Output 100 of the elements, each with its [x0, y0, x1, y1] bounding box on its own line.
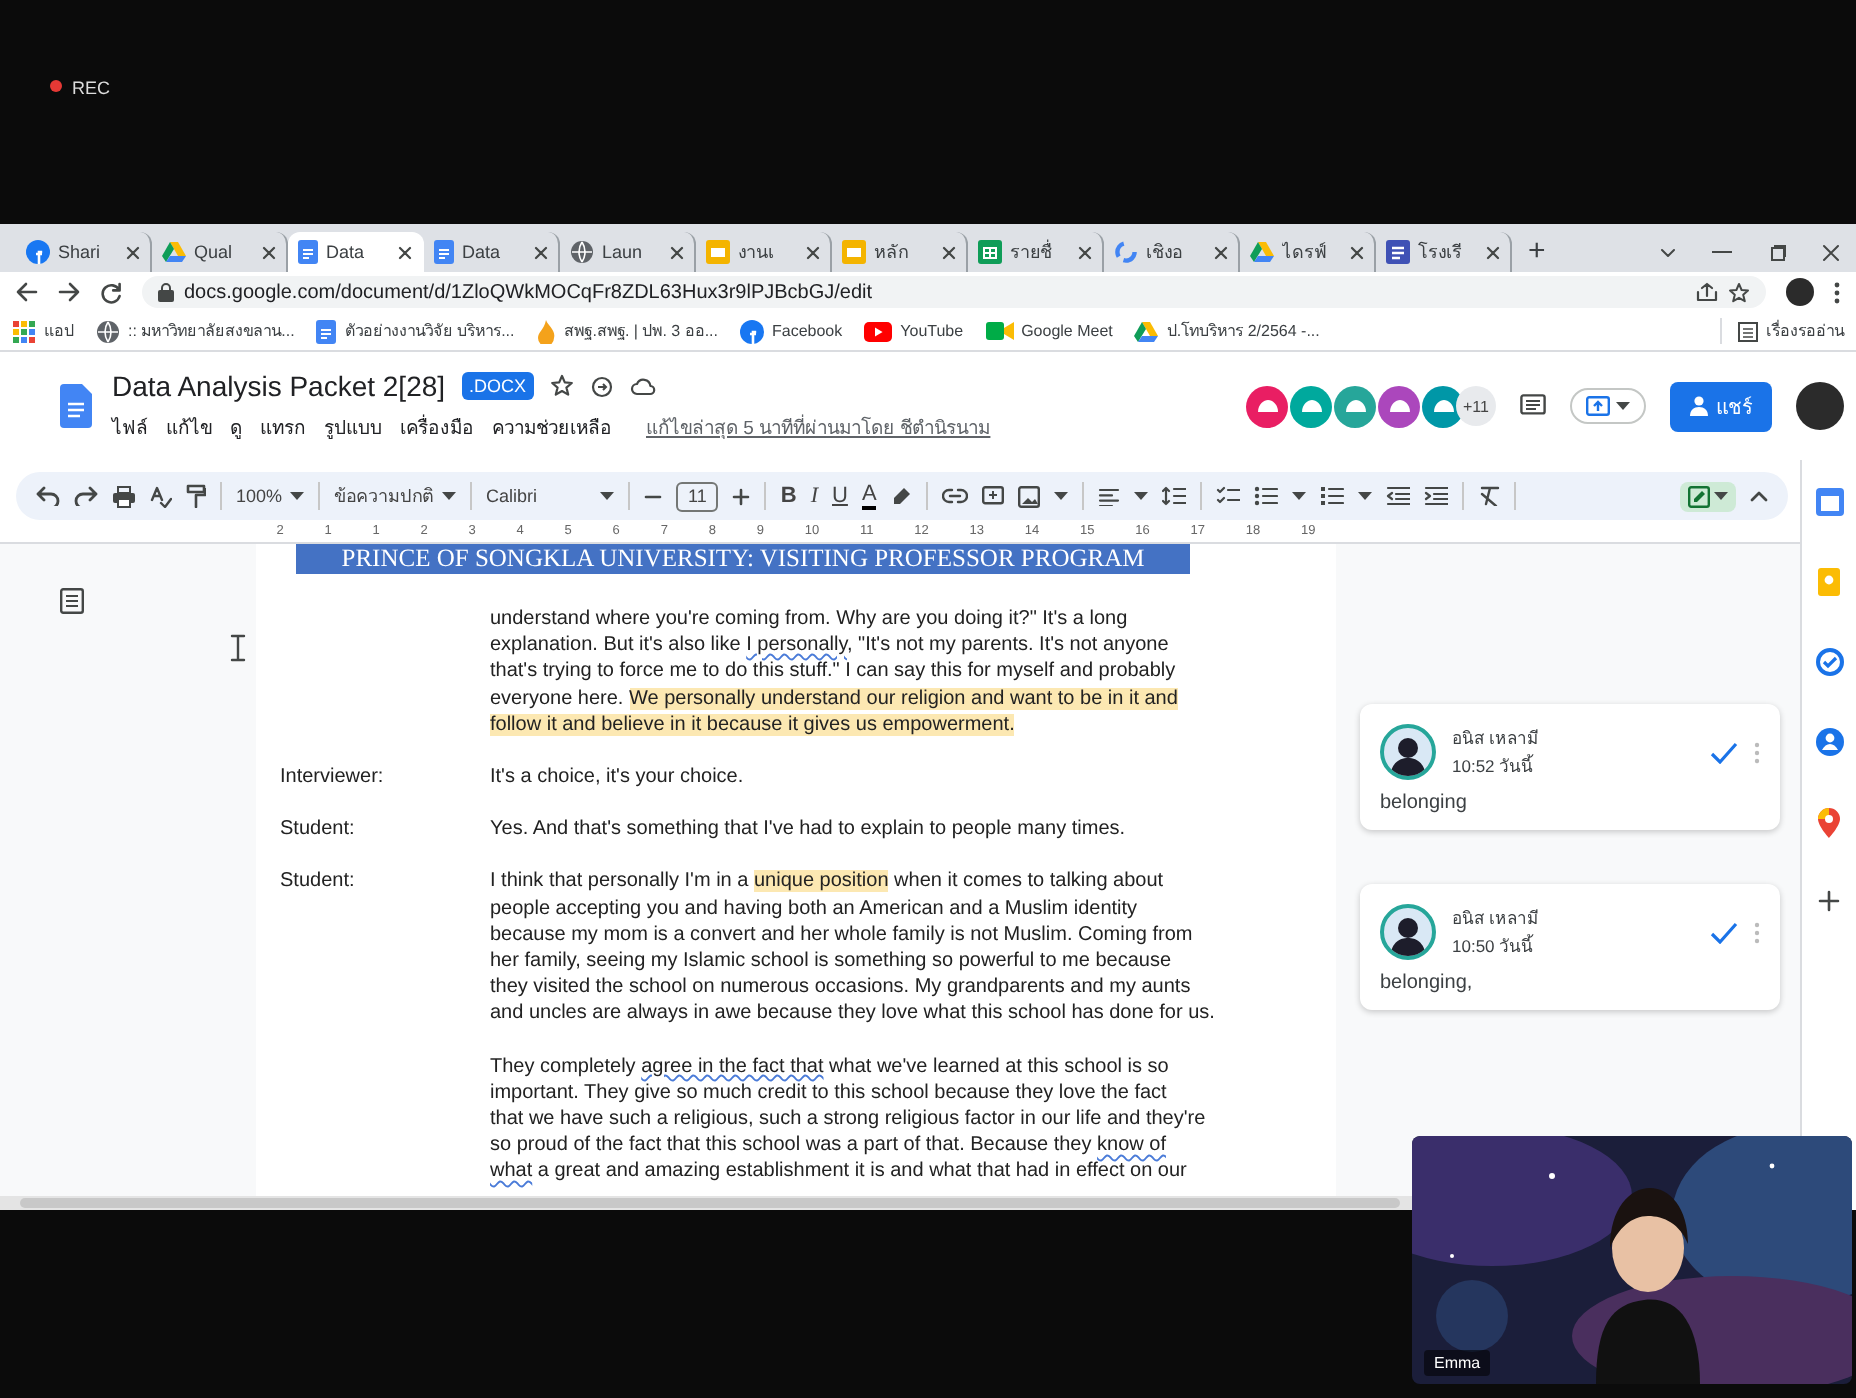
document-icon[interactable] [1386, 240, 1410, 264]
bookmark[interactable]: แอป [12, 318, 74, 344]
collaborator-avatar[interactable] [1290, 385, 1332, 427]
close-icon[interactable] [806, 245, 820, 259]
more-icon[interactable] [1834, 281, 1840, 303]
bookmark[interactable]: Facebook [740, 319, 843, 343]
browser-tab[interactable]: โรงเรี [1376, 232, 1512, 272]
indent-increase-icon[interactable] [1424, 486, 1449, 506]
browser-tab[interactable]: Shari [16, 232, 152, 272]
collaborator-avatar[interactable] [1422, 385, 1464, 427]
close-icon[interactable] [1822, 243, 1840, 261]
checklist-icon[interactable] [1216, 486, 1241, 506]
style-dropdown[interactable]: ข้อความปกติ [334, 482, 457, 510]
comment-card[interactable]: อนิส เหลามี 10:50 วันนี้ belonging, [1360, 884, 1780, 1010]
close-icon[interactable] [534, 245, 548, 259]
indent-decrease-icon[interactable] [1386, 486, 1411, 506]
highlight-pen-icon[interactable] [890, 485, 913, 507]
close-icon[interactable] [126, 245, 140, 259]
zoom-dropdown[interactable]: 100% [236, 486, 305, 506]
checkmark-icon[interactable] [1710, 741, 1738, 763]
line-spacing-icon[interactable] [1162, 486, 1187, 506]
share-button[interactable]: แชร์ [1670, 381, 1772, 431]
image-icon[interactable] [1018, 485, 1041, 507]
menu-item[interactable]: แก้ไข [166, 412, 212, 442]
reading-list[interactable]: เรื่องรออ่าน [1720, 318, 1844, 344]
document-icon[interactable] [434, 240, 454, 264]
document-icon[interactable] [316, 319, 337, 343]
browser-tab[interactable]: Laun [560, 232, 696, 272]
move-icon[interactable] [590, 374, 615, 398]
forward-icon[interactable] [58, 282, 80, 302]
close-icon[interactable] [1078, 245, 1092, 259]
numbered-list-icon[interactable] [1320, 486, 1345, 506]
triangle-icon[interactable] [162, 240, 186, 264]
close-icon[interactable] [398, 245, 412, 259]
collaborator-avatar[interactable] [1246, 385, 1288, 427]
close-icon[interactable] [942, 245, 956, 259]
site-icon[interactable] [740, 319, 764, 343]
bookmark[interactable]: ตัวอย่างงานวิจัย บริหาร... [316, 318, 515, 344]
close-icon[interactable] [1486, 245, 1500, 259]
map-pin-icon[interactable] [1818, 808, 1840, 838]
document-icon[interactable] [978, 240, 1002, 264]
bookmark[interactable]: Google Meet [985, 320, 1113, 342]
collaborator-avatar[interactable] [1334, 385, 1376, 427]
docs-logo-icon[interactable] [60, 384, 92, 428]
reload-icon[interactable] [100, 281, 122, 303]
close-icon[interactable] [1214, 245, 1228, 259]
link-icon[interactable] [942, 488, 969, 504]
text-color-button[interactable]: A [861, 483, 877, 509]
menu-item[interactable]: รูปแบบ [324, 412, 382, 442]
scrollbar-thumb[interactable] [20, 1198, 1400, 1208]
browser-tab[interactable]: งานเ [696, 232, 832, 272]
video-camera-icon[interactable] [985, 320, 1014, 342]
share-icon[interactable] [1696, 282, 1718, 302]
back-icon[interactable] [16, 282, 38, 302]
bullet-list-icon[interactable] [1254, 486, 1279, 506]
outline-icon[interactable] [60, 588, 84, 614]
collaborator-avatar[interactable] [1378, 385, 1420, 427]
address-bar[interactable]: docs.google.com/document/d/1ZloQWkMOCqFr8ZDL63Hux3r9lPJBcbGJ/edit [142, 276, 1766, 308]
font-size-field[interactable]: 11 [676, 481, 719, 511]
underline-button[interactable]: U [832, 484, 848, 508]
menu-item[interactable]: ดู [230, 412, 242, 442]
bookmark[interactable]: ป.โทบริหาร 2/2564 -... [1134, 318, 1320, 344]
font-dropdown[interactable]: Calibri [486, 486, 615, 506]
site-icon[interactable] [26, 240, 50, 264]
document-icon[interactable] [298, 240, 318, 264]
star-icon[interactable] [550, 374, 575, 398]
checkmark-icon[interactable] [1710, 921, 1738, 943]
print-icon[interactable] [112, 485, 136, 507]
minimize-icon[interactable] [1712, 250, 1732, 254]
comment-history-icon[interactable] [1520, 394, 1546, 418]
menu-item[interactable]: ความช่วยเหลือ [492, 412, 612, 442]
editing-mode-button[interactable] [1680, 481, 1736, 511]
new-tab-button[interactable]: + [1512, 232, 1562, 272]
browser-tab[interactable]: รายชื่ [968, 232, 1104, 272]
redo-icon[interactable] [74, 486, 98, 506]
close-icon[interactable] [262, 245, 276, 259]
tasks-icon[interactable] [1815, 648, 1843, 676]
comment-card[interactable]: อนิส เหลามี 10:52 วันนี้ belonging [1360, 704, 1780, 830]
more-collaborators-count[interactable]: +11 [1456, 386, 1496, 426]
contacts-icon[interactable] [1815, 728, 1843, 756]
star-icon[interactable] [1728, 281, 1750, 303]
triangle-icon[interactable] [1250, 240, 1274, 264]
chevron-down-icon[interactable] [1660, 247, 1676, 257]
account-avatar[interactable] [1796, 382, 1844, 430]
last-edit-link[interactable]: แก้ไขล่าสุด 5 นาทีที่ผ่านมาโดย ชีตำนิรนาม [646, 412, 991, 442]
globe-icon[interactable] [570, 240, 594, 264]
bookmark[interactable]: :: มหาวิทยาลัยสงขลาน... [96, 318, 295, 344]
browser-tab[interactable]: หลัก [832, 232, 968, 272]
browser-tab[interactable]: Data [288, 232, 424, 272]
menu-item[interactable]: เครื่องมือ [400, 412, 474, 442]
collapse-icon[interactable] [1750, 490, 1768, 502]
close-icon[interactable] [670, 245, 684, 259]
play-icon[interactable] [864, 321, 893, 341]
calendar-icon[interactable] [1815, 488, 1843, 516]
close-icon[interactable] [1350, 245, 1364, 259]
apps-grid-icon[interactable] [12, 319, 36, 343]
plus-icon[interactable] [732, 487, 751, 505]
triangle-icon[interactable] [1134, 319, 1159, 343]
spellcheck-icon[interactable] [150, 485, 172, 507]
align-left-icon[interactable] [1098, 487, 1121, 505]
